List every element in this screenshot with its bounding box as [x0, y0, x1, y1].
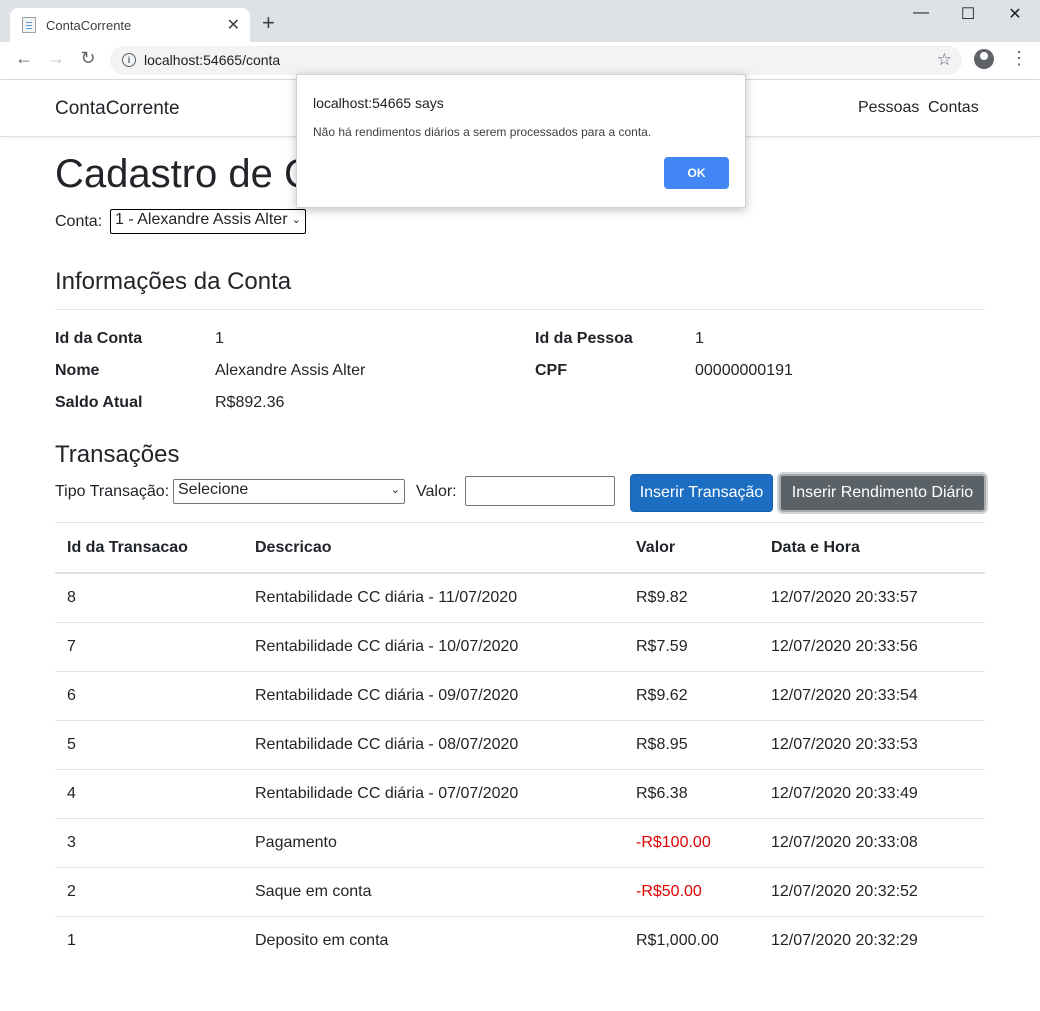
- address-bar[interactable]: i localhost:54665/conta ☆: [110, 46, 962, 75]
- chevron-down-icon: ⌄: [390, 484, 400, 496]
- column-header: Descricao: [243, 522, 624, 574]
- tipo-transacao-value: Selecione: [178, 481, 249, 498]
- table-cell: 12/07/2020 20:33:56: [759, 622, 985, 672]
- table-row: 3 Pagamento -R$100.00 12/07/2020 20:33:08: [55, 818, 985, 868]
- table-header-row: Id da Transacao Descricao Valor Data e H…: [55, 522, 985, 574]
- table-row: 5 Rentabilidade CC diária - 08/07/2020 R$8…: [55, 720, 985, 770]
- bookmark-star-icon[interactable]: ☆: [937, 50, 952, 70]
- profile-icon[interactable]: [974, 49, 994, 69]
- table-cell: 2: [55, 867, 243, 917]
- table-row: 2 Saque em conta -R$50.00 12/07/2020 20:32:…: [55, 867, 985, 917]
- dialog-ok-button[interactable]: OK: [664, 157, 729, 189]
- info-heading: Informações da Conta: [55, 268, 292, 295]
- table-cell: Rentabilidade CC diária - 11/07/2020: [243, 572, 624, 623]
- table-cell: 12/07/2020 20:33:54: [759, 671, 985, 721]
- table-cell: 5: [55, 720, 243, 770]
- inserir-rendimento-button[interactable]: Inserir Rendimento Diário: [779, 474, 986, 512]
- table-cell: R$1,000.00: [624, 916, 759, 965]
- table-row: 7 Rentabilidade CC diária - 10/07/2020 R$7…: [55, 622, 985, 672]
- table-cell: Rentabilidade CC diária - 10/07/2020: [243, 622, 624, 672]
- tab-title: ContaCorrente: [46, 17, 132, 33]
- cpf-value: 00000000191: [695, 362, 793, 379]
- valor-label: Valor:: [416, 483, 457, 500]
- saldo-value: R$892.36: [215, 394, 285, 411]
- maximize-icon[interactable]: ☐: [945, 4, 991, 24]
- table-cell: -R$50.00: [624, 867, 759, 917]
- browser-tab[interactable]: ContaCorrente ✕: [10, 8, 250, 42]
- menu-kebab-icon[interactable]: ⋮: [1010, 48, 1028, 69]
- column-header: Valor: [624, 522, 759, 574]
- table-cell: R$6.38: [624, 769, 759, 819]
- table-row: 6 Rentabilidade CC diária - 09/07/2020 R$9…: [55, 671, 985, 721]
- tipo-transacao-select[interactable]: Selecione ⌄: [173, 479, 405, 504]
- inserir-transacao-button[interactable]: Inserir Transação: [630, 474, 773, 512]
- conta-select[interactable]: 1 - Alexandre Assis Alter ⌄: [110, 209, 306, 234]
- table-cell: 12/07/2020 20:32:29: [759, 916, 985, 965]
- table-cell: 12/07/2020 20:33:08: [759, 818, 985, 868]
- table-cell: Pagamento: [243, 818, 624, 868]
- transacoes-table: Id da Transacao Descricao Valor Data e H…: [55, 522, 985, 965]
- table-cell: R$9.82: [624, 572, 759, 623]
- table-cell: 12/07/2020 20:32:52: [759, 867, 985, 917]
- close-window-icon[interactable]: ✕: [992, 4, 1038, 24]
- table-cell: 8: [55, 572, 243, 623]
- alert-dialog: localhost:54665 says Não há rendimentos …: [296, 74, 746, 208]
- table-cell: R$7.59: [624, 622, 759, 672]
- conta-label: Conta:: [55, 213, 103, 230]
- table-row: 8 Rentabilidade CC diária - 11/07/2020 R$9…: [55, 572, 985, 623]
- id-pessoa-label: Id da Pessoa: [535, 330, 633, 347]
- cpf-label: CPF: [535, 362, 567, 379]
- table-cell: 4: [55, 769, 243, 819]
- dialog-message: Não há rendimentos diários a serem proce…: [313, 125, 652, 139]
- table-cell: 1: [55, 916, 243, 965]
- id-pessoa-value: 1: [695, 330, 704, 347]
- column-header: Data e Hora: [759, 522, 985, 574]
- table-cell: Rentabilidade CC diária - 08/07/2020: [243, 720, 624, 770]
- table-row: 1 Deposito em conta R$1,000.00 12/07/2020 2…: [55, 916, 985, 965]
- new-tab-icon[interactable]: +: [262, 12, 275, 34]
- table-cell: 12/07/2020 20:33:49: [759, 769, 985, 819]
- table-cell: R$8.95: [624, 720, 759, 770]
- forward-icon[interactable]: →: [44, 48, 68, 69]
- table-cell: Deposito em conta: [243, 916, 624, 965]
- chevron-down-icon: ⌄: [291, 214, 301, 226]
- navbar-brand[interactable]: ContaCorrente: [55, 98, 180, 120]
- back-icon[interactable]: ←: [12, 48, 36, 69]
- browser-tabstrip: ContaCorrente ✕ + — ☐ ✕: [0, 0, 1040, 42]
- table-cell: 7: [55, 622, 243, 672]
- column-header: Id da Transacao: [55, 522, 243, 574]
- nav-link-pessoas[interactable]: Pessoas: [858, 99, 919, 117]
- nome-label: Nome: [55, 362, 100, 379]
- close-tab-icon[interactable]: ✕: [227, 15, 240, 35]
- conta-select-value: 1 - Alexandre Assis Alter: [115, 211, 288, 228]
- page-icon: [22, 17, 36, 33]
- nome-value: Alexandre Assis Alter: [215, 362, 366, 379]
- table-cell: Rentabilidade CC diária - 07/07/2020: [243, 769, 624, 819]
- id-conta-value: 1: [215, 330, 224, 347]
- table-cell: 6: [55, 671, 243, 721]
- tipo-transacao-label: Tipo Transação:: [55, 483, 170, 500]
- url-text[interactable]: localhost:54665/conta: [144, 52, 280, 68]
- dialog-title: localhost:54665 says: [313, 95, 444, 111]
- nav-link-contas[interactable]: Contas: [928, 99, 979, 117]
- page-title: Cadastro de C: [55, 152, 313, 196]
- table-cell: R$9.62: [624, 671, 759, 721]
- table-cell: Saque em conta: [243, 867, 624, 917]
- table-cell: 3: [55, 818, 243, 868]
- table-cell: 12/07/2020 20:33:53: [759, 720, 985, 770]
- transacoes-heading: Transações: [55, 441, 180, 468]
- saldo-label: Saldo Atual: [55, 394, 143, 411]
- id-conta-label: Id da Conta: [55, 330, 143, 347]
- minimize-icon[interactable]: —: [898, 4, 944, 22]
- table-row: 4 Rentabilidade CC diária - 07/07/2020 R$6…: [55, 769, 985, 819]
- table-cell: -R$100.00: [624, 818, 759, 868]
- info-icon[interactable]: i: [122, 53, 136, 67]
- valor-input[interactable]: [465, 476, 615, 506]
- reload-icon[interactable]: ↻: [76, 48, 100, 69]
- table-cell: 12/07/2020 20:33:57: [759, 572, 985, 623]
- table-cell: Rentabilidade CC diária - 09/07/2020: [243, 671, 624, 721]
- divider: [55, 309, 985, 310]
